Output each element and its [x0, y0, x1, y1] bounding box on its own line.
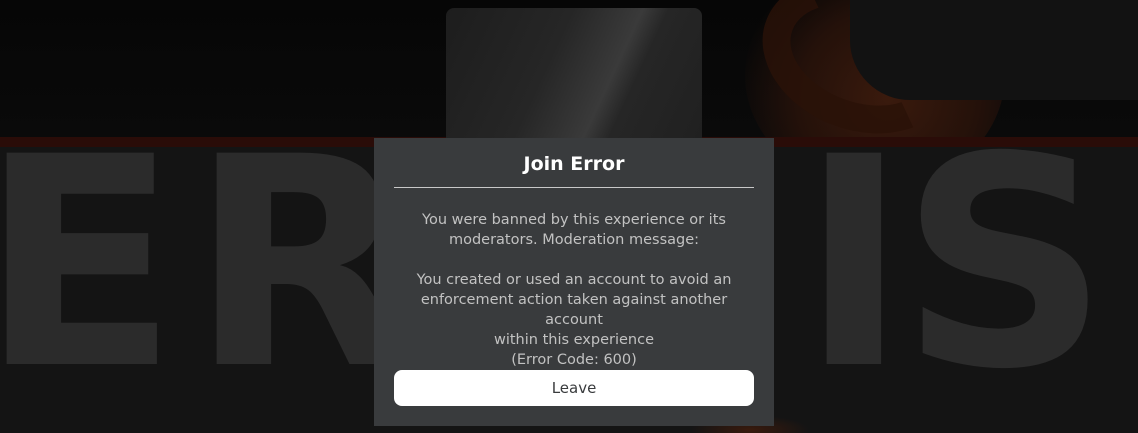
background-letter: I — [800, 96, 908, 433]
message-line: You were banned by this experience or it… — [422, 212, 726, 228]
dialog-title: Join Error — [523, 153, 625, 175]
dialog-message: You were banned by this experience or it… — [390, 210, 758, 370]
message-line: You created or used an account to avoid … — [416, 272, 732, 288]
message-line: within this experience — [493, 332, 655, 348]
message-line: enforcement action taken against another… — [420, 292, 728, 328]
background-art-shape — [850, 0, 1138, 100]
dialog-divider — [394, 187, 754, 188]
join-error-dialog: Join Error You were banned by this exper… — [374, 138, 774, 426]
leave-button[interactable]: Leave — [394, 370, 754, 406]
background-letter: E — [0, 96, 179, 433]
message-gap — [390, 250, 758, 270]
message-line: moderators. Moderation message: — [448, 232, 700, 248]
error-code: (Error Code: 600) — [511, 352, 637, 368]
background-letter: S — [900, 96, 1109, 433]
game-loading-screen: E R I S Join Error You were banned by th… — [0, 0, 1138, 433]
game-thumbnail — [446, 8, 702, 143]
